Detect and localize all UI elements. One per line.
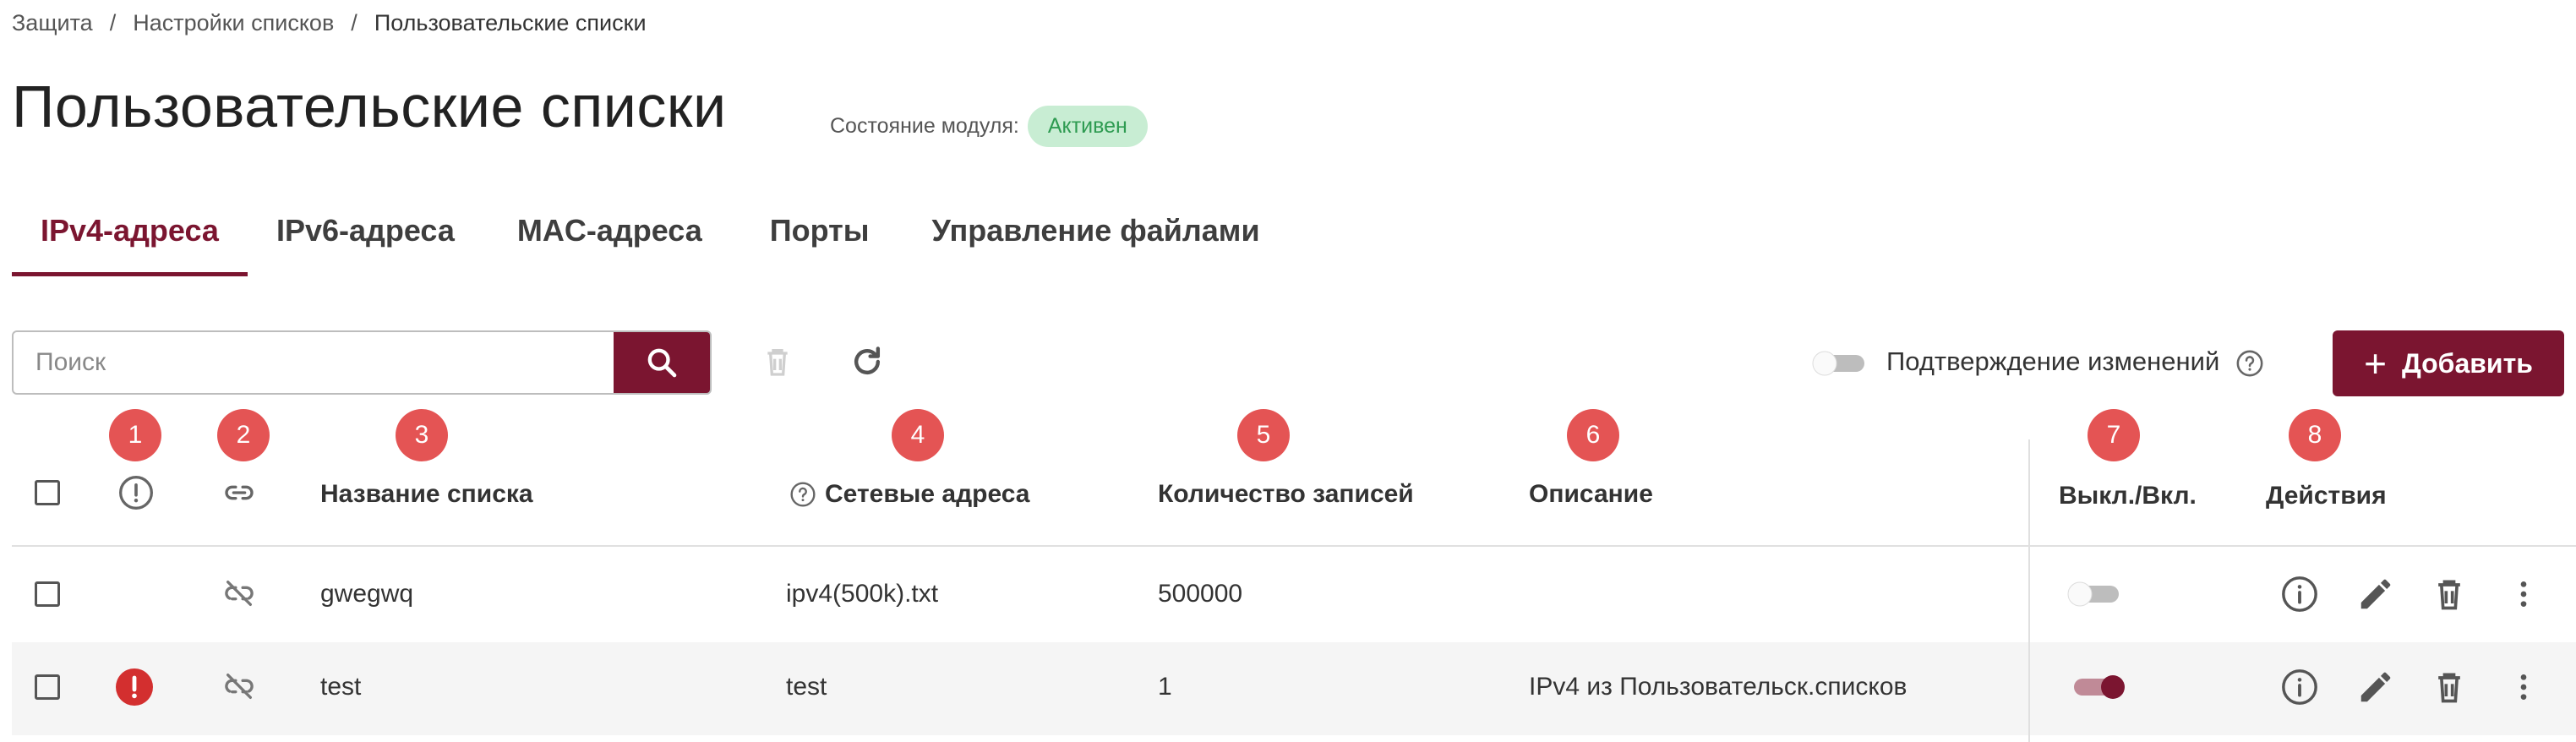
callout-marker: 3 [396,409,448,461]
tab-ports[interactable]: Порты [736,213,903,276]
column-header-name[interactable]: Название списка [320,480,533,509]
callout-marker: 2 [217,409,270,461]
plus-icon: + [2364,341,2387,385]
breadcrumb-item-protection[interactable]: Защита [12,10,93,36]
more-vertical-icon [2520,581,2527,607]
callout-marker: 1 [109,409,161,461]
column-header-addresses-label: Сетевые адреса [825,480,1030,508]
row-checkbox[interactable] [35,674,60,700]
help-icon[interactable] [789,481,816,508]
alert-circle-icon [119,476,153,510]
row-more-button[interactable] [2507,668,2541,711]
more-vertical-icon [2520,674,2527,700]
column-header-count[interactable]: Количество записей [1158,480,1414,509]
row-info-button[interactable] [2280,668,2319,711]
select-all-checkbox[interactable] [35,480,60,505]
pencil-icon [2360,579,2391,609]
breadcrumb-item-list-settings[interactable]: Настройки списков [133,10,334,36]
row-edit-button[interactable] [2356,668,2395,711]
column-header-actions: Действия [2266,482,2387,510]
row-addresses: test [786,673,827,701]
trash-icon [2438,673,2460,703]
toggle-off-icon [1812,351,1864,376]
info-icon [2282,576,2317,612]
row-link-status [220,576,259,614]
row-count: 500000 [1158,580,1243,608]
module-state: Состояние модуля: Активен [830,106,1148,147]
breadcrumb-item-current: Пользовательские списки [374,10,647,35]
row-name: gwegwq [320,580,414,608]
search-box [12,330,712,395]
error-icon [116,668,153,706]
status-badge: Активен [1027,106,1148,147]
link-off-icon [225,674,254,699]
confirm-changes-label: Подтверждение изменений [1886,346,2264,378]
row-delete-button[interactable] [2431,575,2468,618]
breadcrumb: Защита / Настройки списков / Пользовател… [12,10,647,36]
row-more-button[interactable] [2507,575,2541,618]
column-header-description[interactable]: Описание [1529,480,1653,509]
row-delete-button[interactable] [2431,668,2468,711]
row-checkbox[interactable] [35,581,60,607]
callout-marker: 8 [2289,409,2341,461]
row-info-button[interactable] [2280,575,2319,618]
refresh-icon [854,346,881,375]
callout-marker: 5 [1237,409,1290,461]
row-count: 1 [1158,673,1172,701]
tab-bar: IPv4-адреса IPv6-адреса MAC-адреса Порты… [12,213,1289,276]
help-icon[interactable] [2235,349,2264,378]
module-state-label: Состояние модуля: [830,114,1019,138]
breadcrumb-separator: / [109,10,117,35]
row-error-indicator [114,667,155,712]
callout-marker: 4 [892,409,944,461]
page-title: Пользовательские списки [12,74,727,139]
table-row-background [12,642,2576,735]
error-column-header [117,474,155,516]
breadcrumb-separator: / [351,10,357,35]
link-icon [225,485,254,500]
tab-file-management[interactable]: Управление файлами [903,213,1289,276]
row-edit-button[interactable] [2356,575,2395,618]
row-enable-toggle[interactable] [2072,670,2128,704]
delete-selected-button[interactable] [752,336,803,387]
row-name: test [320,673,362,701]
tab-mac[interactable]: MAC-адреса [483,213,736,276]
toggle-off-icon [2067,581,2119,607]
tab-ipv6[interactable]: IPv6-адреса [248,213,483,276]
confirm-changes-text: Подтверждение изменений [1886,346,2220,376]
row-addresses: ipv4(500k).txt [786,580,939,608]
row-link-status [220,669,259,707]
trash-icon [767,349,788,376]
link-column-header [220,476,259,514]
trash-icon [2438,580,2460,610]
row-description: IPv4 из Пользовательск.списков [1529,673,1907,701]
search-button[interactable] [614,332,710,393]
add-button-label: Добавить [2401,347,2533,379]
row-enable-toggle[interactable] [2065,577,2120,611]
callout-marker: 7 [2088,409,2140,461]
column-divider [2028,439,2030,742]
info-icon [2282,669,2317,705]
column-header-toggle: Выкл./Вкл. [2059,482,2197,510]
search-input[interactable] [14,332,614,393]
column-header-addresses[interactable]: Сетевые адреса [789,480,1030,509]
header-divider [12,545,2576,547]
tab-ipv4[interactable]: IPv4-адреса [12,213,248,276]
add-button[interactable]: + Добавить [2333,330,2564,396]
pencil-icon [2360,672,2391,702]
search-icon [647,348,677,378]
callout-marker: 6 [1567,409,1619,461]
link-off-icon [225,581,254,606]
refresh-button[interactable] [842,336,892,387]
confirm-changes-toggle[interactable] [1810,350,1866,377]
toggle-on-icon [2074,675,2125,699]
